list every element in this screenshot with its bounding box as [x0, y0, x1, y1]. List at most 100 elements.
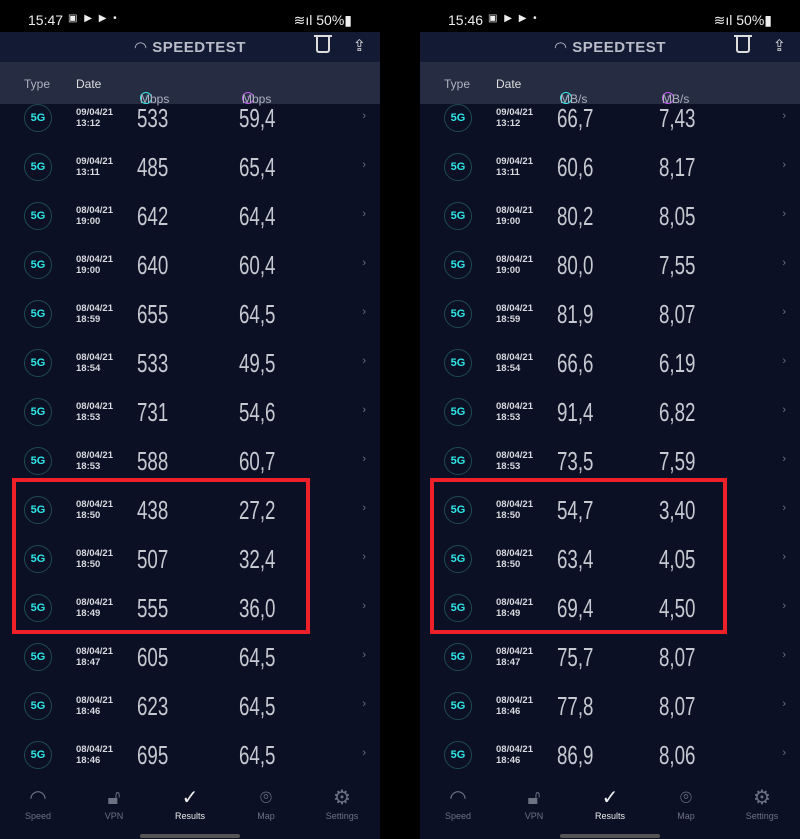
upload-value: 59,4 — [239, 103, 276, 133]
column-date[interactable]: Date — [76, 77, 101, 91]
share-button[interactable]: ⇪ — [773, 36, 786, 56]
nav-map[interactable]: ⌾ Map — [656, 785, 716, 821]
table-row[interactable]: 5G 08/04/21 18:53 731 54,6 › — [0, 397, 380, 447]
table-row[interactable]: 5G 08/04/21 18:54 533 49,5 › — [0, 348, 380, 398]
table-row[interactable]: 5G 08/04/21 18:47 75,7 8,07 › — [420, 642, 800, 692]
download-value: 588 — [137, 446, 169, 476]
upload-value: 64,5 — [239, 740, 276, 770]
chevron-right-icon: › — [782, 159, 786, 171]
download-value: 80,0 — [557, 250, 594, 280]
row-time: 19:00 — [496, 216, 521, 227]
app-title-text: SPEEDTEST — [572, 39, 666, 56]
chevron-right-icon: › — [362, 159, 366, 171]
battery-percent: 50% — [736, 12, 765, 28]
table-row[interactable]: 5G 08/04/21 19:00 80,0 7,55 › — [420, 250, 800, 300]
table-row[interactable]: 5G 08/04/21 19:00 640 60,4 › — [0, 250, 380, 300]
delete-button[interactable] — [734, 35, 752, 53]
gear-icon: ⚙ — [333, 787, 351, 809]
connection-type-badge: 5G — [24, 643, 52, 671]
share-button[interactable]: ⇪ — [353, 36, 366, 56]
row-time: 19:00 — [76, 265, 101, 276]
row-date: 08/04/21 — [496, 401, 533, 412]
table-row[interactable]: 5G 08/04/21 18:46 623 64,5 › — [0, 691, 380, 741]
table-row[interactable]: 5G 09/04/21 13:11 485 65,4 › — [0, 152, 380, 202]
nav-label: Map — [257, 811, 275, 821]
table-row[interactable]: 5G 08/04/21 19:00 80,2 8,05 › — [420, 201, 800, 251]
speedometer-icon: ◠ — [29, 787, 47, 809]
connection-type-badge: 5G — [24, 300, 52, 328]
results-list: 5G 09/04/21 13:12 533 59,4 › 5G 09/04/21 13:11 48… — [0, 103, 380, 790]
chevron-right-icon: › — [782, 355, 786, 367]
chevron-right-icon: › — [782, 502, 786, 514]
table-row[interactable]: 5G 08/04/21 18:59 655 64,5 › — [0, 299, 380, 349]
upload-value: 8,07 — [659, 691, 696, 721]
upload-value: 60,4 — [239, 250, 276, 280]
notification-icons: ▣ ▶ ▶ • — [488, 13, 539, 24]
chevron-right-icon: › — [782, 649, 786, 661]
row-time: 13:12 — [496, 118, 521, 129]
row-date: 08/04/21 — [76, 303, 113, 314]
row-date: 09/04/21 — [76, 107, 113, 118]
table-row[interactable]: 5G 09/04/21 13:11 60,6 8,17 › — [420, 152, 800, 202]
chevron-right-icon: › — [782, 453, 786, 465]
row-time: 18:53 — [496, 412, 521, 423]
nav-vpn[interactable]: 🔓︎ VPN — [504, 785, 564, 821]
home-indicator[interactable] — [140, 834, 240, 838]
delete-button[interactable] — [314, 35, 332, 53]
download-value: 695 — [137, 740, 169, 770]
row-date: 08/04/21 — [76, 205, 113, 216]
home-indicator[interactable] — [560, 834, 660, 838]
row-time: 18:46 — [76, 755, 101, 766]
upload-value: 7,59 — [659, 446, 696, 476]
chevron-right-icon: › — [782, 306, 786, 318]
chevron-right-icon: › — [362, 747, 366, 759]
table-row[interactable]: 5G 08/04/21 18:46 77,8 8,07 › — [420, 691, 800, 741]
nav-settings[interactable]: ⚙ Settings — [732, 785, 792, 821]
column-date[interactable]: Date — [496, 77, 521, 91]
nav-vpn[interactable]: 🔓︎ VPN — [84, 785, 144, 821]
row-date: 09/04/21 — [496, 156, 533, 167]
chevron-right-icon: › — [782, 110, 786, 122]
column-type: Type — [24, 77, 51, 91]
nav-settings[interactable]: ⚙ Settings — [312, 785, 372, 821]
nav-results[interactable]: ✓ Results — [580, 785, 640, 821]
column-type: Type — [444, 77, 471, 91]
row-date: 09/04/21 — [496, 107, 533, 118]
app-header: ◠ SPEEDTEST ⇪ — [420, 32, 800, 62]
map-pin-icon: ⌾ — [680, 787, 692, 809]
row-date: 08/04/21 — [496, 450, 533, 461]
connection-type-badge: 5G — [24, 447, 52, 475]
table-row[interactable]: 5G 08/04/21 18:53 91,4 6,82 › — [420, 397, 800, 447]
table-row[interactable]: 5G 09/04/21 13:12 66,7 7,43 › — [420, 103, 800, 153]
column-header: Type Date ↓ Mbps ↑ Mbps — [0, 62, 380, 106]
nav-speed[interactable]: ◠ Speed — [428, 785, 488, 821]
nav-label: Map — [677, 811, 695, 821]
connection-type-badge: 5G — [444, 349, 472, 377]
nav-results[interactable]: ✓ Results — [160, 785, 220, 821]
chevron-right-icon: › — [362, 502, 366, 514]
speedometer-icon: ◠ — [449, 787, 467, 809]
upload-value: 6,82 — [659, 397, 696, 427]
download-value: 91,4 — [557, 397, 594, 427]
download-value: 81,9 — [557, 299, 594, 329]
connection-type-badge: 5G — [444, 300, 472, 328]
status-time: 15:47 — [28, 12, 64, 28]
chevron-right-icon: › — [362, 551, 366, 563]
chevron-right-icon: › — [362, 649, 366, 661]
upload-value: 60,7 — [239, 446, 276, 476]
row-time: 18:46 — [496, 755, 521, 766]
table-row[interactable]: 5G 09/04/21 13:12 533 59,4 › — [0, 103, 380, 153]
table-row[interactable]: 5G 08/04/21 18:54 66,6 6,19 › — [420, 348, 800, 398]
upload-value: 8,07 — [659, 642, 696, 672]
results-list: 5G 09/04/21 13:12 66,7 7,43 › 5G 09/04/21 13:11 6… — [420, 103, 800, 790]
battery-icon: ▮ — [764, 12, 772, 28]
table-row[interactable]: 5G 08/04/21 18:59 81,9 8,07 › — [420, 299, 800, 349]
row-date: 08/04/21 — [496, 352, 533, 363]
nav-speed[interactable]: ◠ Speed — [8, 785, 68, 821]
upload-value: 8,17 — [659, 152, 696, 182]
table-row[interactable]: 5G 08/04/21 19:00 642 64,4 › — [0, 201, 380, 251]
wifi-signal-icon: ≋ıl — [293, 12, 317, 28]
nav-label: Settings — [325, 811, 359, 821]
nav-map[interactable]: ⌾ Map — [236, 785, 296, 821]
table-row[interactable]: 5G 08/04/21 18:47 605 64,5 › — [0, 642, 380, 692]
